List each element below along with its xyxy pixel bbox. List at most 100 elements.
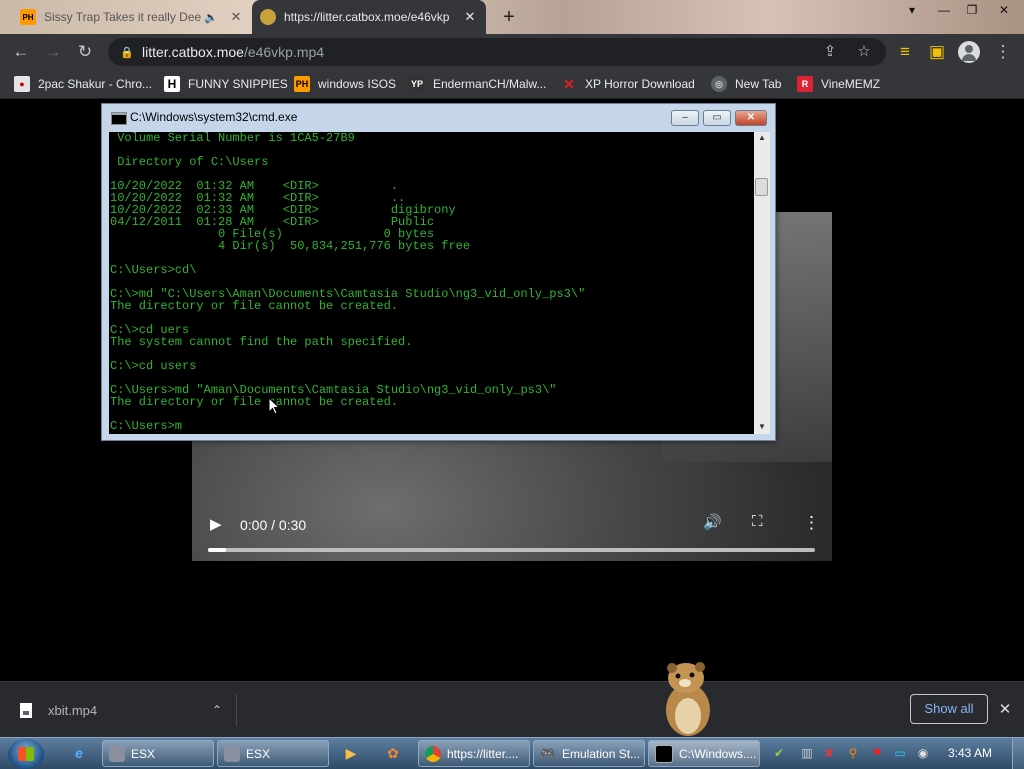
video-menu-kebab-icon[interactable]: ⋮: [803, 513, 820, 533]
browser-tab-strip: PH Sissy Trap Takes it really Dee 🔈 ✕ ht…: [0, 0, 1024, 34]
minimize-window-button[interactable]: ▾: [896, 0, 928, 22]
media-player-icon[interactable]: ▶: [342, 744, 360, 762]
tab-active[interactable]: https://litter.catbox.moe/e46vkp ✕: [252, 0, 486, 34]
side-panel-icon[interactable]: ▣: [926, 41, 948, 63]
pornhub-favicon-icon: PH: [20, 9, 36, 25]
cmd-close-button[interactable]: ✕: [735, 110, 767, 126]
cmd-app-icon: [111, 112, 127, 125]
video-progress-bar[interactable]: [208, 548, 815, 552]
cmd-maximize-button[interactable]: ▭: [703, 110, 731, 126]
file-icon: [20, 702, 32, 718]
taskbar-item-emulation-station[interactable]: 🎮 Emulation St...: [533, 740, 645, 767]
network-icon[interactable]: ▥: [800, 746, 814, 760]
address-bar[interactable]: 🔒 litter.catbox.moe/e46vkp.mp4 ⇪ ☆: [108, 38, 886, 66]
taskbar-item-label: ESX: [246, 746, 271, 761]
scroll-up-icon[interactable]: ▲: [754, 133, 770, 142]
volume-icon[interactable]: 🔊: [703, 513, 722, 531]
tab-title: Sissy Trap Takes it really Dee: [44, 10, 202, 24]
bookmark-favicon-icon: PH: [294, 76, 310, 92]
taskbar-clock[interactable]: 3:43 AM: [948, 746, 992, 760]
mouse-cursor-icon: [268, 397, 280, 415]
show-desktop-button[interactable]: [1012, 738, 1024, 769]
catbox-favicon-icon: [260, 9, 276, 25]
bookmark-label: XP Horror Download: [585, 77, 695, 91]
tab-inactive[interactable]: PH Sissy Trap Takes it really Dee 🔈 ✕: [12, 0, 252, 34]
taskbar-item-chrome[interactable]: https://litter....: [418, 740, 530, 767]
bookmark-item[interactable]: ● 2pac Shakur - Chro...: [14, 70, 152, 98]
restore-button[interactable]: ❐: [956, 0, 988, 22]
reload-icon[interactable]: ↻: [74, 41, 96, 63]
bookmark-item[interactable]: H FUNNY SNIPPIES: [164, 70, 288, 98]
download-item[interactable]: xbit.mp4 ⌃: [20, 694, 237, 726]
cmd-output-text: Volume Serial Number is 1CA5-27B9 Direct…: [110, 132, 586, 433]
cmd-minimize-button[interactable]: –: [671, 110, 699, 126]
taskbar-item-label: https://litter....: [447, 746, 519, 761]
play-icon[interactable]: ▶: [210, 515, 222, 533]
bookmark-favicon-icon: R: [797, 76, 813, 92]
forward-arrow-icon[interactable]: →: [42, 41, 64, 63]
display-icon[interactable]: ▭: [893, 746, 907, 760]
bookmarks-bar: ● 2pac Shakur - Chro... H FUNNY SNIPPIES…: [0, 70, 1024, 99]
fullscreen-icon[interactable]: ⛶: [752, 513, 763, 530]
taskbar-item-esx[interactable]: ESX: [102, 740, 214, 767]
new-tab-button[interactable]: +: [498, 6, 520, 28]
chevron-up-icon[interactable]: ⌃: [212, 703, 222, 717]
media-queue-icon[interactable]: ≡: [894, 41, 916, 63]
bookmark-favicon-icon: ●: [14, 76, 30, 92]
volume-tray-icon[interactable]: ◉: [916, 746, 930, 760]
taskbar-item-cmd[interactable]: C:\Windows....: [648, 740, 760, 767]
start-button[interactable]: [8, 739, 44, 769]
lock-icon[interactable]: 🔒: [120, 46, 134, 59]
scroll-down-icon[interactable]: ▼: [754, 422, 770, 431]
app-pinned-icon[interactable]: ✿: [384, 744, 402, 762]
bookmark-label: EndermanCH/Malw...: [433, 77, 547, 91]
cmd-window-title: C:\Windows\system32\cmd.exe: [130, 110, 298, 124]
globe-icon: ◎: [711, 76, 727, 92]
back-arrow-icon[interactable]: ←: [10, 41, 32, 63]
cmd-scrollbar[interactable]: ▲ ▼: [754, 132, 770, 434]
tools-icon[interactable]: ✘: [822, 746, 836, 760]
download-shelf: xbit.mp4 ⌃ Show all ✕: [0, 681, 1024, 738]
menu-kebab-icon[interactable]: ⋮: [992, 41, 1014, 63]
internet-explorer-icon[interactable]: e: [70, 744, 88, 762]
bookmark-item[interactable]: R VineMEMZ: [797, 70, 880, 98]
taskbar-item-esx[interactable]: ESX: [217, 740, 329, 767]
bookmark-item[interactable]: YP EndermanCH/Malw...: [409, 70, 546, 98]
search-magnifier-icon[interactable]: ⚲: [846, 746, 860, 760]
bookmark-label: 2pac Shakur - Chro...: [38, 77, 153, 91]
close-shelf-icon[interactable]: ✕: [996, 700, 1014, 718]
bookmark-item[interactable]: ✕ XP Horror Download: [561, 70, 695, 98]
cmd-console[interactable]: Volume Serial Number is 1CA5-27B9 Direct…: [109, 132, 754, 434]
video-time: 0:00 / 0:30: [240, 517, 307, 533]
esx-app-icon: [109, 745, 125, 762]
esx-app-icon: [224, 745, 240, 762]
chrome-icon: [425, 745, 441, 762]
bookmark-label: VineMEMZ: [821, 77, 881, 91]
tab-close-icon[interactable]: ✕: [228, 9, 244, 25]
bookmark-item[interactable]: PH windows ISOS: [294, 70, 396, 98]
download-filename: xbit.mp4: [48, 702, 98, 718]
taskbar-item-label: C:\Windows....: [679, 746, 757, 761]
url-host: litter.catbox.moe: [142, 44, 244, 60]
tab-close-icon[interactable]: ✕: [462, 9, 478, 25]
gamepad-icon: 🎮: [539, 745, 557, 761]
window-close-button[interactable]: ✕: [988, 0, 1020, 22]
bookmark-favicon-icon: YP: [409, 76, 425, 92]
profile-avatar[interactable]: [958, 41, 980, 63]
bookmark-label: New Tab: [735, 77, 782, 91]
star-bookmark-icon[interactable]: ☆: [854, 43, 874, 61]
security-shield-icon[interactable]: ✔: [772, 746, 786, 760]
cmd-window[interactable]: C:\Windows\system32\cmd.exe – ▭ ✕ Volume…: [101, 103, 776, 441]
flag-icon[interactable]: ⚑: [870, 746, 884, 760]
hamster-desktop-pet-image: [666, 662, 710, 736]
tab-title: https://litter.catbox.moe/e46vkp: [284, 10, 450, 24]
bookmark-label: windows ISOS: [318, 77, 397, 91]
browser-toolbar: ← → ↻ 🔒 litter.catbox.moe/e46vkp.mp4 ⇪ ☆…: [0, 34, 1024, 70]
speaker-icon[interactable]: 🔈: [204, 11, 218, 24]
bookmark-item[interactable]: ◎ New Tab: [711, 70, 781, 98]
taskbar-item-label: Emulation St...: [562, 746, 641, 761]
video-progress-fill: [208, 548, 227, 552]
cmd-scroll-thumb[interactable]: [755, 178, 768, 196]
share-icon[interactable]: ⇪: [820, 43, 840, 61]
show-all-button[interactable]: Show all: [910, 694, 988, 724]
